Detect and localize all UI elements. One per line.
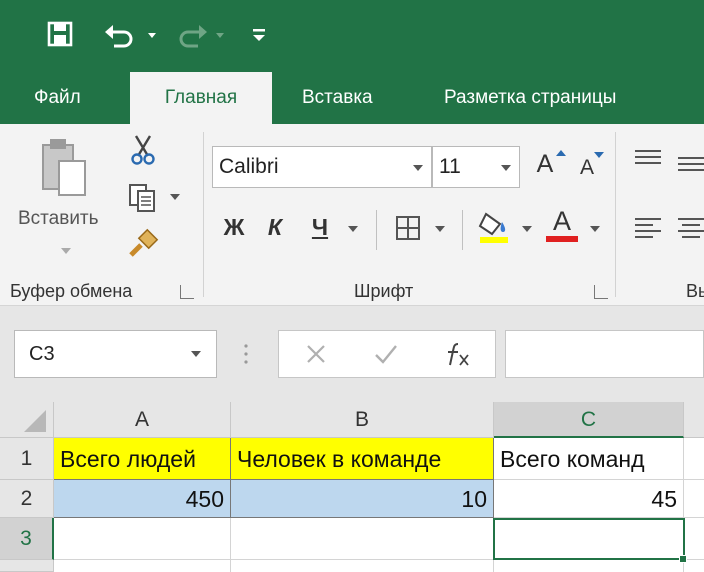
- resize-handle-icon[interactable]: [243, 342, 249, 366]
- save-icon[interactable]: [38, 14, 82, 54]
- insert-function-icon[interactable]: [442, 340, 476, 368]
- row-header-1[interactable]: 1: [0, 438, 54, 480]
- cell-a1[interactable]: Всего людей: [54, 438, 231, 480]
- chevron-down-icon: [413, 165, 423, 171]
- fill-handle[interactable]: [679, 555, 687, 563]
- group-separator: [203, 132, 204, 297]
- clipboard-launcher-icon[interactable]: [180, 285, 194, 299]
- shrink-font-button[interactable]: A: [574, 156, 600, 180]
- grow-font-icon: [556, 150, 566, 156]
- cell-c2[interactable]: 45: [494, 480, 684, 518]
- clipboard-group-label: Буфер обмена: [10, 281, 133, 301]
- borders-dropdown-icon[interactable]: [435, 226, 445, 232]
- column-header-d[interactable]: [684, 402, 704, 438]
- paste-dropdown-icon[interactable]: [61, 248, 71, 254]
- borders-icon[interactable]: [388, 210, 428, 246]
- column-header-b[interactable]: B: [231, 402, 494, 438]
- cell-b1[interactable]: Человек в команде: [231, 438, 494, 480]
- group-separator: [615, 132, 616, 297]
- alignment-group-label: Вь: [686, 281, 704, 301]
- cell-d1[interactable]: [684, 438, 704, 480]
- font-group-label: Шрифт: [354, 281, 414, 301]
- font-name-value: Calibri: [219, 155, 279, 178]
- tab-insert[interactable]: Вставка: [290, 72, 385, 124]
- cell-a4[interactable]: [54, 560, 231, 572]
- row-header-4[interactable]: [0, 560, 54, 572]
- cell-b2[interactable]: 10: [231, 480, 494, 518]
- align-middle-icon[interactable]: [676, 152, 704, 176]
- shrink-font-icon: [594, 152, 604, 158]
- font-size-value: 11: [439, 155, 461, 178]
- tab-page-layout[interactable]: Разметка страницы: [432, 72, 628, 124]
- italic-button[interactable]: К: [260, 214, 290, 241]
- select-all-corner[interactable]: [0, 402, 54, 438]
- font-name-select[interactable]: Calibri: [212, 146, 432, 188]
- copy-icon[interactable]: [122, 180, 162, 214]
- fill-color-icon[interactable]: [474, 206, 514, 246]
- chevron-down-icon[interactable]: [191, 351, 201, 357]
- enter-icon[interactable]: [370, 340, 402, 368]
- font-color-bar: [546, 236, 578, 242]
- name-box-value: C3: [29, 343, 55, 365]
- column-header-c[interactable]: C: [494, 402, 684, 438]
- align-center-icon[interactable]: [676, 214, 704, 242]
- group-separator: [376, 210, 377, 250]
- cell-d3[interactable]: [684, 518, 704, 560]
- format-painter-icon[interactable]: [124, 226, 162, 260]
- underline-button[interactable]: Ч: [305, 214, 335, 241]
- group-separator: [462, 210, 463, 250]
- redo-icon: [170, 14, 230, 54]
- customize-toolbar-icon[interactable]: [244, 14, 274, 54]
- copy-dropdown-icon[interactable]: [170, 194, 180, 200]
- tab-home[interactable]: Главная: [130, 72, 272, 124]
- cut-icon[interactable]: [124, 133, 162, 167]
- cell-d2[interactable]: [684, 480, 704, 518]
- cell-c4[interactable]: [494, 560, 684, 572]
- cell-a2[interactable]: 450: [54, 480, 231, 518]
- name-box[interactable]: C3: [14, 330, 217, 378]
- chevron-down-icon: [501, 165, 511, 171]
- cancel-icon[interactable]: [300, 340, 332, 368]
- underline-dropdown-icon[interactable]: [348, 226, 358, 232]
- cell-a3[interactable]: [54, 518, 231, 560]
- active-cell-selection: [493, 518, 685, 560]
- cell-c1[interactable]: Всего команд: [494, 438, 684, 480]
- font-color-dropdown-icon[interactable]: [590, 226, 600, 232]
- align-left-icon[interactable]: [632, 214, 664, 242]
- align-top-icon[interactable]: [632, 146, 664, 170]
- cell-b4[interactable]: [231, 560, 494, 572]
- paste-button-label[interactable]: Вставить: [18, 208, 99, 230]
- fill-color-dropdown-icon[interactable]: [522, 226, 532, 232]
- row-header-2[interactable]: 2: [0, 480, 54, 518]
- font-size-select[interactable]: 11: [432, 146, 520, 188]
- bold-button[interactable]: Ж: [218, 214, 250, 241]
- formula-input[interactable]: [505, 330, 704, 378]
- cell-b3[interactable]: [231, 518, 494, 560]
- undo-icon[interactable]: [100, 14, 160, 54]
- column-header-a[interactable]: A: [54, 402, 231, 438]
- font-color-button[interactable]: A: [544, 206, 580, 237]
- tab-file[interactable]: Файл: [22, 72, 93, 124]
- row-header-3[interactable]: 3: [0, 518, 54, 560]
- paste-icon[interactable]: [30, 132, 100, 202]
- font-launcher-icon[interactable]: [594, 285, 608, 299]
